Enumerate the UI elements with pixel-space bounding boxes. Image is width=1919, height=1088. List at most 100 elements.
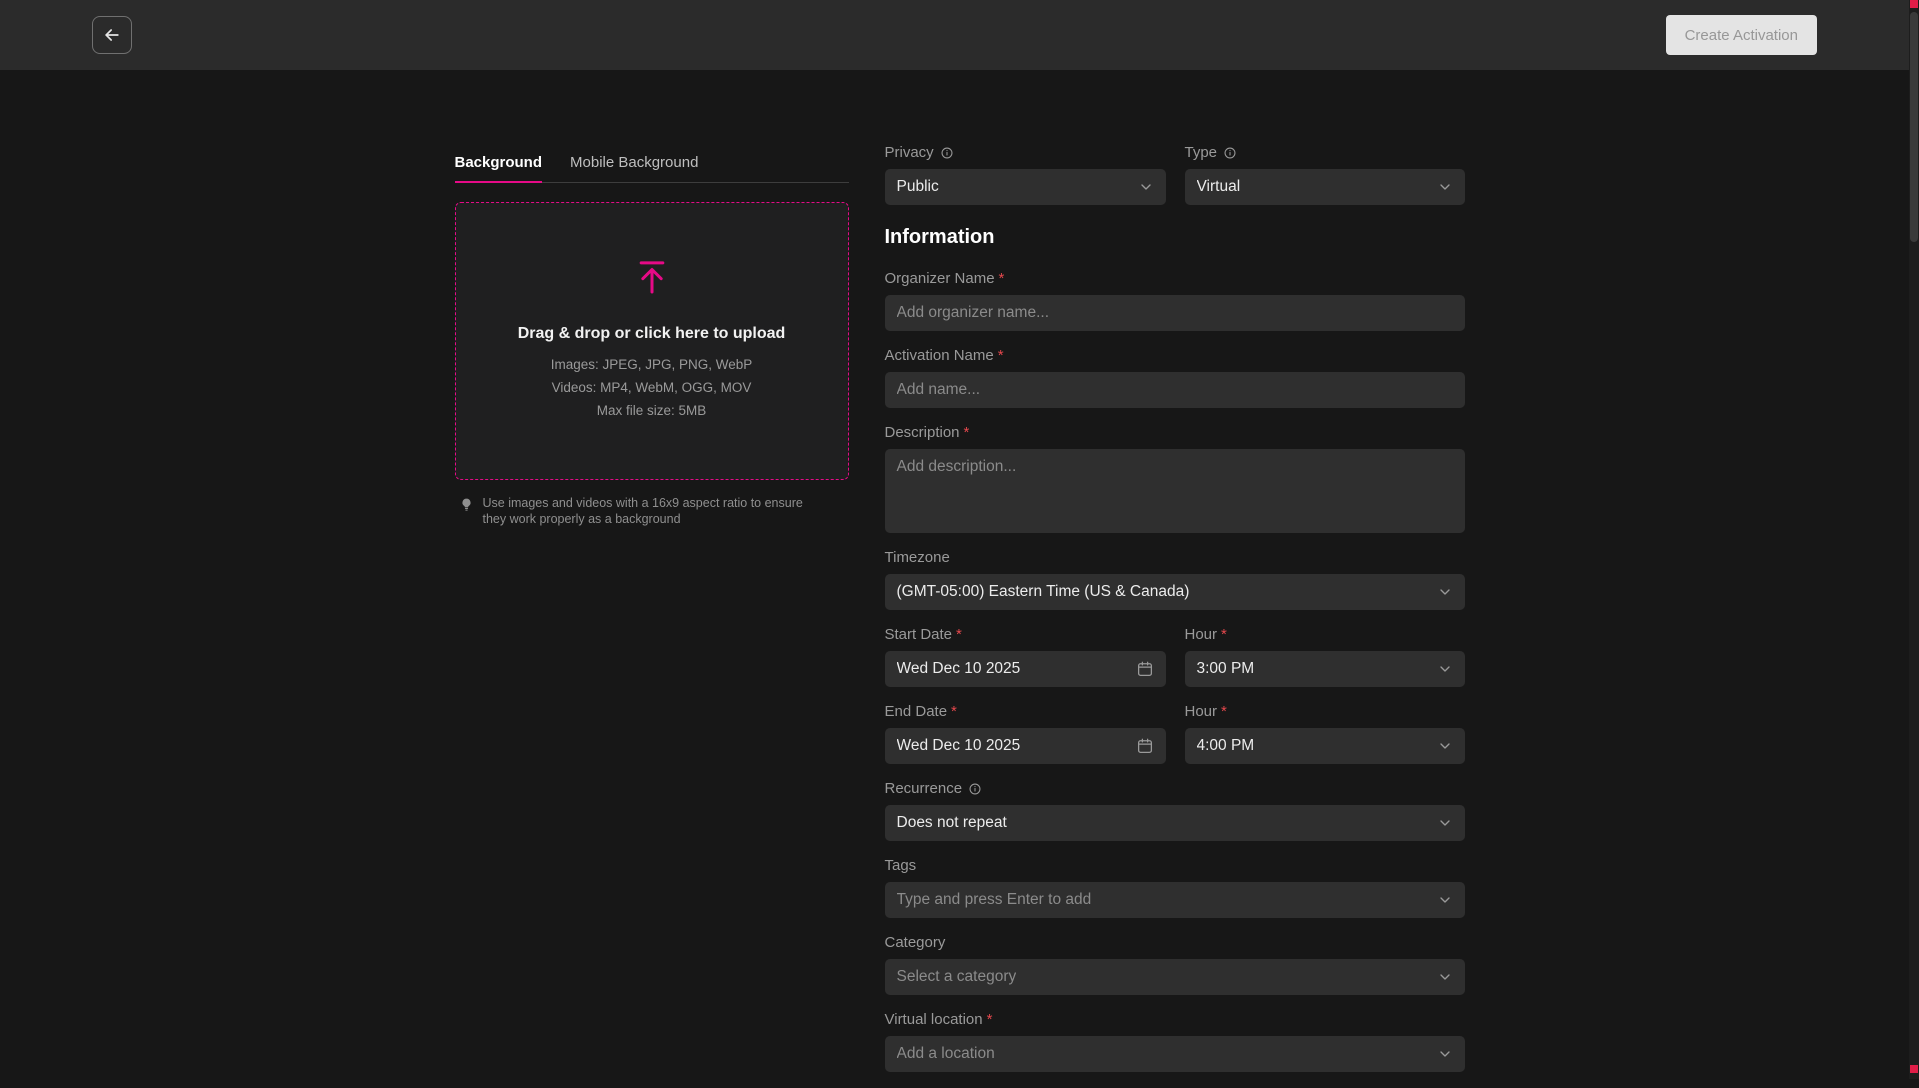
required-asterisk: * bbox=[998, 347, 1004, 365]
activation-name-field: Activation Name * bbox=[885, 347, 1465, 408]
type-label: Type bbox=[1185, 144, 1218, 162]
privacy-select[interactable]: Public bbox=[885, 169, 1166, 205]
recurrence-select[interactable]: Does not repeat bbox=[885, 805, 1465, 841]
start-hour-value: 3:00 PM bbox=[1197, 660, 1255, 678]
tab-mobile-background[interactable]: Mobile Background bbox=[570, 154, 698, 183]
start-hour-label: Hour bbox=[1185, 626, 1218, 644]
required-asterisk: * bbox=[1221, 703, 1227, 721]
timezone-value: (GMT-05:00) Eastern Time (US & Canada) bbox=[897, 583, 1190, 601]
recurrence-value: Does not repeat bbox=[897, 814, 1007, 832]
start-date-row: Start Date * Wed Dec 10 2025 Ho bbox=[885, 626, 1465, 687]
chevron-down-icon bbox=[1437, 1046, 1453, 1062]
background-tabs: Background Mobile Background bbox=[455, 154, 849, 183]
dropzone-max-file-size: Max file size: 5MB bbox=[597, 403, 707, 418]
info-icon[interactable] bbox=[940, 146, 954, 160]
description-field: Description * bbox=[885, 424, 1465, 533]
activation-form: Privacy Public bbox=[885, 144, 1465, 1088]
end-hour-label: Hour bbox=[1185, 703, 1218, 721]
start-date-field: Start Date * Wed Dec 10 2025 bbox=[885, 626, 1166, 687]
main-content: Background Mobile Background Drag & drop… bbox=[455, 70, 1465, 1088]
required-asterisk: * bbox=[999, 270, 1005, 288]
type-field: Type Virtual bbox=[1185, 144, 1465, 205]
topbar: Create Activation bbox=[0, 0, 1919, 70]
description-label: Description bbox=[885, 424, 960, 442]
tab-background[interactable]: Background bbox=[455, 154, 543, 183]
create-activation-button[interactable]: Create Activation bbox=[1666, 15, 1817, 55]
chevron-down-icon bbox=[1437, 584, 1453, 600]
background-upload-section: Background Mobile Background Drag & drop… bbox=[455, 144, 849, 1088]
chevron-down-icon bbox=[1437, 738, 1453, 754]
calendar-icon bbox=[1136, 737, 1154, 755]
required-asterisk: * bbox=[1221, 626, 1227, 644]
hint-text: Use images and videos with a 16x9 aspect… bbox=[483, 495, 827, 527]
required-asterisk: * bbox=[956, 626, 962, 644]
upload-dropzone[interactable]: Drag & drop or click here to upload Imag… bbox=[455, 202, 849, 480]
virtual-location-field: Virtual location * Add a location bbox=[885, 1011, 1465, 1072]
tags-input[interactable]: Type and press Enter to add bbox=[885, 882, 1465, 918]
timezone-field: Timezone (GMT-05:00) Eastern Time (US & … bbox=[885, 549, 1465, 610]
category-field: Category Select a category bbox=[885, 934, 1465, 995]
end-date-input[interactable]: Wed Dec 10 2025 bbox=[885, 728, 1166, 764]
chevron-down-icon bbox=[1437, 179, 1453, 195]
info-icon[interactable] bbox=[1223, 146, 1237, 160]
lightbulb-icon bbox=[459, 497, 474, 512]
end-hour-field: Hour * 4:00 PM bbox=[1185, 703, 1465, 764]
type-value: Virtual bbox=[1197, 178, 1241, 196]
end-hour-value: 4:00 PM bbox=[1197, 737, 1255, 755]
scroll-indicator-top bbox=[1910, 0, 1918, 8]
privacy-type-row: Privacy Public bbox=[885, 144, 1465, 205]
category-select[interactable]: Select a category bbox=[885, 959, 1465, 995]
required-asterisk: * bbox=[987, 1011, 993, 1029]
dropzone-image-formats: Images: JPEG, JPG, PNG, WebP bbox=[551, 357, 753, 372]
start-hour-select[interactable]: 3:00 PM bbox=[1185, 651, 1465, 687]
virtual-location-label: Virtual location bbox=[885, 1011, 983, 1029]
dropzone-video-formats: Videos: MP4, WebM, OGG, MOV bbox=[552, 380, 752, 395]
virtual-location-placeholder: Add a location bbox=[897, 1045, 995, 1063]
back-button[interactable] bbox=[92, 16, 132, 54]
start-date-label: Start Date bbox=[885, 626, 953, 644]
start-date-value: Wed Dec 10 2025 bbox=[897, 660, 1021, 678]
chevron-down-icon bbox=[1437, 661, 1453, 677]
tags-label: Tags bbox=[885, 857, 917, 875]
scroll-indicator-bottom bbox=[1910, 1065, 1918, 1073]
category-label: Category bbox=[885, 934, 946, 952]
tags-field: Tags Type and press Enter to add bbox=[885, 857, 1465, 918]
timezone-label: Timezone bbox=[885, 549, 950, 567]
aspect-ratio-hint: Use images and videos with a 16x9 aspect… bbox=[455, 495, 827, 527]
organizer-name-label: Organizer Name bbox=[885, 270, 995, 288]
chevron-down-icon bbox=[1437, 969, 1453, 985]
end-hour-select[interactable]: 4:00 PM bbox=[1185, 728, 1465, 764]
required-asterisk: * bbox=[951, 703, 957, 721]
organizer-name-field: Organizer Name * bbox=[885, 270, 1465, 331]
end-date-label: End Date bbox=[885, 703, 948, 721]
create-activation-page: Create Activation Background Mobile Back… bbox=[0, 0, 1919, 1088]
category-placeholder: Select a category bbox=[897, 968, 1017, 986]
timezone-select[interactable]: (GMT-05:00) Eastern Time (US & Canada) bbox=[885, 574, 1465, 610]
type-select[interactable]: Virtual bbox=[1185, 169, 1465, 205]
virtual-location-input[interactable]: Add a location bbox=[885, 1036, 1465, 1072]
tags-placeholder: Type and press Enter to add bbox=[897, 891, 1092, 909]
recurrence-field: Recurrence Does not repeat bbox=[885, 780, 1465, 841]
scrollbar-thumb[interactable] bbox=[1910, 12, 1918, 242]
privacy-field: Privacy Public bbox=[885, 144, 1166, 205]
start-hour-field: Hour * 3:00 PM bbox=[1185, 626, 1465, 687]
end-date-field: End Date * Wed Dec 10 2025 bbox=[885, 703, 1166, 764]
chevron-down-icon bbox=[1437, 892, 1453, 908]
activation-name-label: Activation Name bbox=[885, 347, 994, 365]
upload-arrow-icon bbox=[632, 257, 672, 297]
end-date-value: Wed Dec 10 2025 bbox=[897, 737, 1021, 755]
organizer-name-input[interactable] bbox=[885, 295, 1465, 331]
end-date-row: End Date * Wed Dec 10 2025 Hour bbox=[885, 703, 1465, 764]
recurrence-label: Recurrence bbox=[885, 780, 963, 798]
start-date-input[interactable]: Wed Dec 10 2025 bbox=[885, 651, 1166, 687]
activation-name-input[interactable] bbox=[885, 372, 1465, 408]
scrollbar[interactable] bbox=[1909, 0, 1919, 1079]
calendar-icon bbox=[1136, 660, 1154, 678]
dropzone-title: Drag & drop or click here to upload bbox=[518, 325, 786, 343]
info-icon[interactable] bbox=[968, 782, 982, 796]
chevron-down-icon bbox=[1138, 179, 1154, 195]
privacy-label: Privacy bbox=[885, 144, 934, 162]
privacy-value: Public bbox=[897, 178, 939, 196]
description-textarea[interactable] bbox=[885, 449, 1465, 533]
arrow-left-icon bbox=[102, 25, 122, 45]
